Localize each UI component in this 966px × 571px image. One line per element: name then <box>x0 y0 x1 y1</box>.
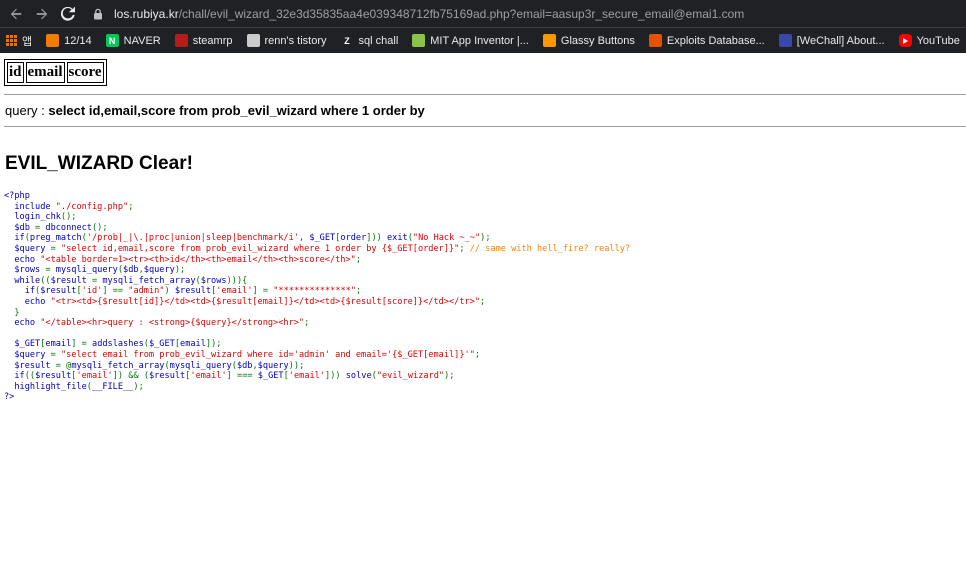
bookmark-label: NAVER <box>123 34 161 47</box>
table-header-email: email <box>25 62 65 83</box>
divider <box>4 94 966 95</box>
code-line: if(preg_match('/prob|_|\.|proc|union|sle… <box>4 233 491 244</box>
code-line: } <box>14 307 20 318</box>
code-line: $query = "select email from prob_evil_wi… <box>4 349 481 360</box>
query-text: select id,email,score from prob_evil_wiz… <box>48 103 425 118</box>
bookmark-item[interactable]: steamrp <box>174 34 233 47</box>
forward-icon[interactable] <box>34 6 50 22</box>
lock-icon <box>92 8 104 20</box>
youtube-icon <box>898 34 912 47</box>
code-line: ?> <box>4 392 15 403</box>
query-label: query : <box>5 103 49 118</box>
query-line: query : select id,email,score from prob_… <box>5 103 966 118</box>
table-header-score: score <box>66 62 104 83</box>
tistory-icon <box>246 34 260 47</box>
bookmark-item[interactable]: YouTube <box>898 34 960 47</box>
code-line: $result = @mysqli_fetch_array(mysqli_que… <box>4 360 305 371</box>
bookmark-label: YouTube <box>916 34 960 47</box>
glassy-icon <box>542 34 556 47</box>
back-icon[interactable] <box>8 6 24 22</box>
bookmark-item[interactable]: Zsql chall <box>341 34 399 47</box>
bookmark-label: 앱 <box>22 35 33 48</box>
url-path: /chall/evil_wizard_32e3d35835aa4e0393487… <box>178 6 745 21</box>
address-bar: los.rubiya.kr/chall/evil_wizard_32e3d358… <box>0 0 966 27</box>
divider <box>4 126 966 127</box>
bookmark-item[interactable]: N NAVER <box>105 34 161 47</box>
bookmark-label: 12/14 <box>64 34 92 47</box>
table-header-id: id <box>7 62 24 83</box>
bookmark-item[interactable]: MIT App Inventor |... <box>412 34 529 47</box>
page-content: id email score query : select id,email,s… <box>0 53 966 403</box>
code-line: $rows = mysqli_query($db,$query); <box>4 265 186 276</box>
bookmarks-bar: 앱 12/14 N NAVER steamrp renn's tistory Zsql ch… <box>0 27 966 53</box>
result-table: id email score <box>4 59 107 86</box>
bookmark-label: Exploits Database... <box>666 34 765 47</box>
code-line: include "./config.php"; <box>4 201 134 212</box>
blogger-icon <box>46 34 60 47</box>
bookmark-label: sql chall <box>358 34 399 47</box>
mit-icon <box>412 34 426 47</box>
url-text[interactable]: los.rubiya.kr/chall/evil_wizard_32e3d358… <box>114 7 744 21</box>
code-line: while(($result = mysqli_fetch_array($row… <box>4 275 248 286</box>
code-line: if($result['id'] == "admin") $result['em… <box>4 286 362 297</box>
code-line: login_chk(); <box>4 212 77 223</box>
code-line: echo "<tr><td>{$result[id]}</td><td>{$re… <box>4 296 486 307</box>
code-line: echo "</table><hr>query : <strong>{$quer… <box>4 318 310 329</box>
bookmark-item[interactable]: 12/14 <box>46 34 92 47</box>
code-line: $db = dbconnect(); <box>4 222 108 233</box>
exploitdb-icon <box>648 34 662 47</box>
code-line: echo "<table border=1><tr><th>id</th><th… <box>4 254 362 265</box>
bookmark-item[interactable]: [WeChall] About... <box>778 34 885 47</box>
bookmark-label: [WeChall] About... <box>796 34 885 47</box>
wechall-icon <box>778 34 792 47</box>
bookmark-item[interactable]: Exploits Database... <box>648 34 765 47</box>
bookmark-label: MIT App Inventor |... <box>430 34 529 47</box>
code-line: if(($result['email']) && ($result['email… <box>4 371 455 382</box>
bookmark-label: Glassy Buttons <box>560 34 635 47</box>
bookmark-item[interactable]: 앱 <box>6 33 32 49</box>
bookmark-label: renn's tistory <box>264 34 327 47</box>
code-line: $_GET[email] = addslashes($_GET[email]); <box>4 339 222 350</box>
code-line: highlight_file(__FILE__); <box>4 381 144 392</box>
code-line: $query = "select id,email,score from pro… <box>4 243 631 254</box>
url-host: los.rubiya.kr <box>114 6 179 21</box>
source-code: <?php include "./config.php"; login_chk(… <box>4 191 966 403</box>
reload-icon[interactable] <box>60 6 76 22</box>
code-line: <?php <box>4 191 30 201</box>
browser-chrome: los.rubiya.kr/chall/evil_wizard_32e3d358… <box>0 0 966 53</box>
apps-icon <box>6 35 17 46</box>
steam-icon <box>174 34 188 47</box>
table-header-row: id email score <box>7 62 104 83</box>
bookmark-item[interactable]: renn's tistory <box>246 34 327 47</box>
bookmark-item[interactable]: Glassy Buttons <box>542 34 635 47</box>
clear-title: EVIL_WIZARD Clear! <box>5 153 193 174</box>
z-icon: Z <box>344 35 350 46</box>
naver-icon: N <box>105 34 119 47</box>
bookmark-label: steamrp <box>192 34 233 47</box>
